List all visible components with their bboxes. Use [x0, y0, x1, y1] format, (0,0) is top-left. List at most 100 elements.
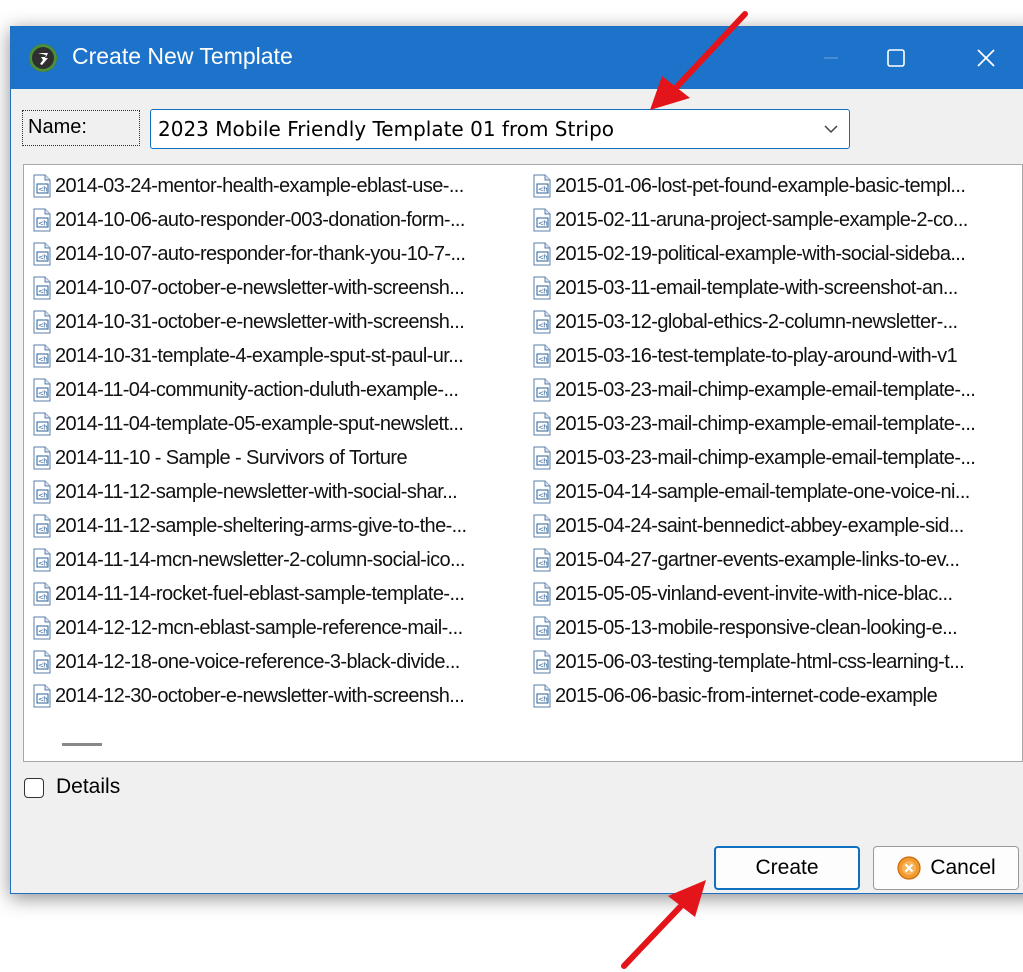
- template-list-item[interactable]: <h 2015-03-23-mail-chimp-example-email-te…: [532, 407, 1022, 441]
- svg-text:<h: <h: [38, 662, 47, 670]
- title-bar[interactable]: Create New Template: [11, 27, 1023, 89]
- template-list-item[interactable]: <h 2014-11-14-mcn-newsletter-2-column-soc…: [32, 543, 522, 577]
- template-list-item[interactable]: <h 2014-12-12-mcn-eblast-sample-reference…: [32, 611, 522, 645]
- template-name: 2014-11-14-mcn-newsletter-2-column-socia…: [55, 548, 465, 571]
- template-list-item[interactable]: <h 2015-05-05-vinland-event-invite-with-n…: [532, 577, 1022, 611]
- template-list-item[interactable]: <h 2014-10-06-auto-responder-003-donation…: [32, 203, 522, 237]
- template-list-item[interactable]: <h 2014-10-31-template-4-example-sput-st-…: [32, 339, 522, 373]
- svg-text:<h: <h: [38, 628, 47, 636]
- html-file-icon: <h: [533, 378, 551, 402]
- template-list-item[interactable]: <h 2014-11-14-rocket-fuel-eblast-sample-t…: [32, 577, 522, 611]
- template-name: 2015-04-14-sample-email-template-one-voi…: [555, 480, 970, 503]
- svg-text:<h: <h: [538, 560, 547, 568]
- html-file-icon: <h: [33, 480, 51, 504]
- template-name: 2014-12-12-mcn-eblast-sample-reference-m…: [55, 616, 463, 639]
- template-name: 2014-10-07-october-e-newsletter-with-scr…: [55, 276, 465, 299]
- cancel-button[interactable]: Cancel: [873, 846, 1019, 890]
- template-list-item[interactable]: <h 2015-06-03-testing-template-html-css-l…: [532, 645, 1022, 679]
- svg-text:<h: <h: [538, 356, 547, 364]
- template-list-item[interactable]: <h 2014-10-31-october-e-newsletter-with-s…: [32, 305, 522, 339]
- svg-text:<h: <h: [38, 390, 47, 398]
- template-list-item[interactable]: <h 2015-01-06-lost-pet-found-example-basi…: [532, 169, 1022, 203]
- svg-text:<h: <h: [38, 322, 47, 330]
- template-name: 2014-12-30-october-e-newsletter-with-scr…: [55, 684, 465, 707]
- template-name: 2015-03-23-mail-chimp-example-email-temp…: [555, 446, 976, 469]
- template-list-item[interactable]: <h 2014-11-04-community-action-duluth-exa…: [32, 373, 522, 407]
- template-list-item[interactable]: <h 2014-11-04-template-05-example-sput-ne…: [32, 407, 522, 441]
- chevron-down-icon[interactable]: [823, 123, 839, 135]
- template-list-item[interactable]: <h 2015-06-06-basic-from-internet-code-ex…: [532, 679, 1022, 713]
- name-label: Name:: [22, 110, 140, 146]
- template-list-item[interactable]: <h 2014-10-07-auto-responder-for-thank-yo…: [32, 237, 522, 271]
- template-list-item[interactable]: <h 2015-02-11-aruna-project-sample-exampl…: [532, 203, 1022, 237]
- template-list-item[interactable]: <h 2015-04-14-sample-email-template-one-v…: [532, 475, 1022, 509]
- template-list-item[interactable]: <h 2014-12-30-october-e-newsletter-with-s…: [32, 679, 522, 713]
- minimize-icon: [824, 57, 838, 59]
- template-list-item[interactable]: <h 2015-02-19-political-example-with-soci…: [532, 237, 1022, 271]
- svg-text:<h: <h: [38, 492, 47, 500]
- maximize-icon: [887, 49, 905, 67]
- cancel-icon: [897, 856, 921, 880]
- template-name: 2014-11-04-template-05-example-sput-news…: [55, 412, 464, 435]
- html-file-icon: <h: [33, 616, 51, 640]
- html-file-icon: <h: [533, 276, 551, 300]
- details-checkbox[interactable]: [24, 778, 44, 798]
- html-file-icon: <h: [533, 412, 551, 436]
- html-file-icon: <h: [33, 582, 51, 606]
- horizontal-scrollbar[interactable]: [62, 743, 102, 746]
- template-name: 2014-11-04-community-action-duluth-examp…: [55, 378, 459, 401]
- html-file-icon: <h: [33, 684, 51, 708]
- svg-text:<h: <h: [538, 390, 547, 398]
- template-list-item[interactable]: <h 2015-03-16-test-template-to-play-aroun…: [532, 339, 1022, 373]
- html-file-icon: <h: [533, 480, 551, 504]
- template-list-item[interactable]: <h 2015-03-11-email-template-with-screens…: [532, 271, 1022, 305]
- svg-text:<h: <h: [538, 322, 547, 330]
- template-list-item[interactable]: <h 2015-03-23-mail-chimp-example-email-te…: [532, 441, 1022, 475]
- html-file-icon: <h: [533, 242, 551, 266]
- html-file-icon: <h: [533, 344, 551, 368]
- template-name: 2014-11-12-sample-newsletter-with-social…: [55, 480, 458, 503]
- name-combobox[interactable]: 2023 Mobile Friendly Template 01 from St…: [150, 109, 850, 149]
- template-name: 2014-11-12-sample-sheltering-arms-give-t…: [55, 514, 467, 537]
- html-file-icon: <h: [33, 208, 51, 232]
- close-button[interactable]: [956, 27, 1016, 89]
- template-name: 2015-03-23-mail-chimp-example-email-temp…: [555, 378, 976, 401]
- template-name: 2014-10-31-template-4-example-sput-st-pa…: [55, 344, 464, 367]
- template-name: 2014-10-31-october-e-newsletter-with-scr…: [55, 310, 465, 333]
- template-name: 2014-11-14-rocket-fuel-eblast-sample-tem…: [55, 582, 465, 605]
- create-button[interactable]: Create: [714, 846, 860, 890]
- template-list-item[interactable]: <h 2015-03-12-global-ethics-2-column-news…: [532, 305, 1022, 339]
- template-list-item[interactable]: <h 2014-10-07-october-e-newsletter-with-s…: [32, 271, 522, 305]
- template-list-item[interactable]: <h 2014-11-12-sample-sheltering-arms-give…: [32, 509, 522, 543]
- template-list[interactable]: <h 2014-03-24-mentor-health-example-eblas…: [23, 164, 1023, 762]
- template-name: 2014-03-24-mentor-health-example-eblast-…: [55, 174, 464, 197]
- name-input[interactable]: 2023 Mobile Friendly Template 01 from St…: [158, 117, 614, 141]
- template-list-item[interactable]: <h 2015-03-23-mail-chimp-example-email-te…: [532, 373, 1022, 407]
- template-name: 2015-03-12-global-ethics-2-column-newsle…: [555, 310, 958, 333]
- window-title: Create New Template: [72, 43, 293, 69]
- template-list-item[interactable]: <h 2014-12-18-one-voice-reference-3-black…: [32, 645, 522, 679]
- template-list-item[interactable]: <h 2015-04-24-saint-bennedict-abbey-examp…: [532, 509, 1022, 543]
- template-list-item[interactable]: <h 2015-04-27-gartner-events-example-link…: [532, 543, 1022, 577]
- svg-text:<h: <h: [38, 696, 47, 704]
- details-label[interactable]: Details: [56, 775, 120, 799]
- template-list-item[interactable]: <h 2014-11-12-sample-newsletter-with-soci…: [32, 475, 522, 509]
- maximize-button[interactable]: [866, 27, 926, 89]
- html-file-icon: <h: [33, 242, 51, 266]
- html-file-icon: <h: [33, 174, 51, 198]
- svg-text:<h: <h: [538, 288, 547, 296]
- template-name: 2015-02-11-aruna-project-sample-example-…: [555, 208, 968, 231]
- html-file-icon: <h: [533, 174, 551, 198]
- minimize-button[interactable]: [801, 27, 861, 89]
- svg-text:<h: <h: [38, 560, 47, 568]
- template-name: 2015-04-24-saint-bennedict-abbey-example…: [555, 514, 964, 537]
- html-file-icon: <h: [533, 208, 551, 232]
- html-file-icon: <h: [33, 344, 51, 368]
- template-column-left: <h 2014-03-24-mentor-health-example-eblas…: [32, 169, 522, 713]
- svg-text:<h: <h: [538, 662, 547, 670]
- template-list-item[interactable]: <h 2015-05-13-mobile-responsive-clean-loo…: [532, 611, 1022, 645]
- template-list-item[interactable]: <h 2014-11-10 - Sample - Survivors of Tor…: [32, 441, 522, 475]
- html-file-icon: <h: [533, 650, 551, 674]
- template-name: 2014-11-10 - Sample - Survivors of Tortu…: [55, 446, 408, 469]
- template-list-item[interactable]: <h 2014-03-24-mentor-health-example-eblas…: [32, 169, 522, 203]
